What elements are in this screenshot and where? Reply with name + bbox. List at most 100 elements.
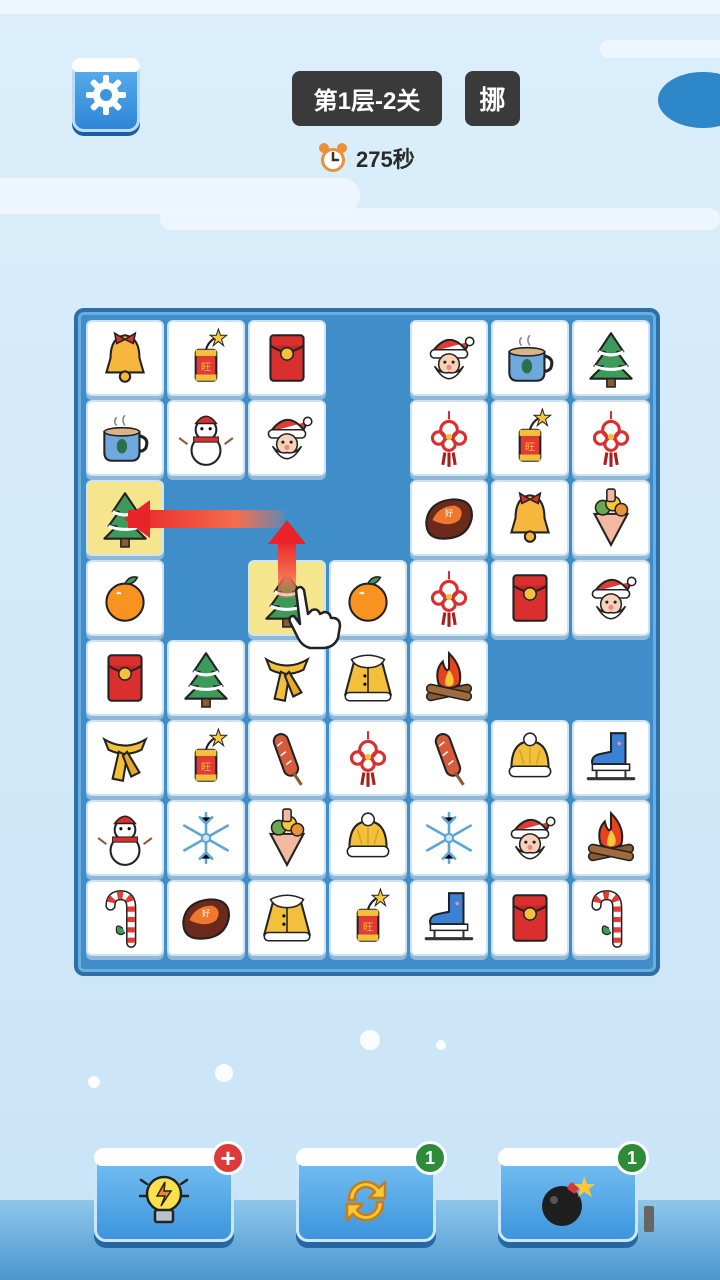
tree-icon <box>184 652 228 708</box>
orange-icon <box>348 576 388 622</box>
shuffle-icon <box>345 1180 387 1222</box>
santa-icon <box>267 416 313 460</box>
santa-icon <box>510 816 556 860</box>
tile-bell[interactable] <box>491 480 569 556</box>
tile-candy-cane[interactable] <box>572 880 650 956</box>
firecracker-icon: 旺 <box>356 887 391 942</box>
tile-chinese-knot[interactable] <box>410 560 488 636</box>
tile-santa[interactable] <box>410 320 488 396</box>
red-envelope-icon <box>512 894 548 942</box>
tile-red-envelope[interactable] <box>248 320 326 396</box>
tile-beanie[interactable] <box>491 720 569 796</box>
tile-firecracker[interactable]: 旺 <box>329 880 407 956</box>
red-envelope-icon <box>269 334 305 382</box>
tile-chinese-knot[interactable] <box>329 720 407 796</box>
hint-path-horizontal <box>128 510 284 528</box>
tile-red-envelope[interactable] <box>491 880 569 956</box>
tile-scarf[interactable] <box>86 720 164 796</box>
snowman-icon <box>178 415 234 466</box>
tile-snowflake[interactable] <box>410 800 488 876</box>
sausage-icon <box>434 733 465 786</box>
svg-text:好: 好 <box>445 508 453 518</box>
tile-sweet-potato[interactable]: 好 <box>410 480 488 556</box>
tile-snowflake[interactable] <box>167 800 245 876</box>
timer: 275秒 <box>318 140 415 176</box>
hint-arrow-head <box>268 520 306 544</box>
beanie-icon <box>346 812 390 858</box>
hint-tool-button[interactable]: + <box>94 1141 245 1242</box>
chinese-knot-icon <box>592 411 630 467</box>
tile-firecracker[interactable]: 旺 <box>167 320 245 396</box>
campfire-icon <box>425 650 473 702</box>
snowflake-icon <box>426 811 472 865</box>
tile-beanie[interactable] <box>329 800 407 876</box>
tile-skate[interactable] <box>410 880 488 956</box>
tile-firecracker[interactable]: 旺 <box>167 720 245 796</box>
hint-arrow-head <box>124 500 150 538</box>
chinese-knot-icon <box>430 411 468 467</box>
snowflake-dot <box>436 1040 446 1050</box>
game-board: 旺旺好旺好旺 <box>74 308 660 976</box>
firecracker-icon: 旺 <box>518 407 553 462</box>
side-tab <box>644 1206 654 1232</box>
svg-text:好: 好 <box>202 908 210 918</box>
tile-red-envelope[interactable] <box>86 640 164 716</box>
svg-text:旺: 旺 <box>363 922 373 933</box>
tile-sausage[interactable] <box>248 720 326 796</box>
tile-tree[interactable] <box>572 320 650 396</box>
tile-sausage[interactable] <box>410 720 488 796</box>
timer-value: 275秒 <box>356 147 415 172</box>
hint-badge: + <box>211 1141 245 1175</box>
candy-cane-icon <box>591 890 623 948</box>
svg-text:旺: 旺 <box>525 442 535 453</box>
tile-campfire[interactable] <box>572 800 650 876</box>
tree-icon <box>589 332 633 388</box>
lightbulb-icon <box>139 1175 189 1224</box>
tile-snowman[interactable] <box>86 800 164 876</box>
coat-icon <box>343 654 393 702</box>
pointing-hand-icon <box>288 585 342 650</box>
tile-chinese-knot[interactable] <box>410 400 488 476</box>
tile-bouquet[interactable] <box>572 480 650 556</box>
santa-icon <box>591 576 637 620</box>
tile-bouquet[interactable] <box>248 800 326 876</box>
tile-red-envelope[interactable] <box>491 560 569 636</box>
settings-button[interactable] <box>72 58 140 132</box>
tile-coat[interactable] <box>329 640 407 716</box>
shuffle-tool-button[interactable]: 1 <box>296 1141 447 1242</box>
bomb-badge: 1 <box>615 1141 649 1175</box>
scarf-icon <box>264 656 310 702</box>
chinese-knot-icon <box>430 571 468 627</box>
bomb-tool-button[interactable]: 1 <box>498 1141 649 1242</box>
tile-campfire[interactable] <box>410 640 488 716</box>
tile-chinese-knot[interactable] <box>572 400 650 476</box>
tile-santa[interactable] <box>572 560 650 636</box>
tile-scarf[interactable] <box>248 640 326 716</box>
tile-sweet-potato[interactable]: 好 <box>167 880 245 956</box>
red-envelope-icon <box>107 654 143 702</box>
tile-orange[interactable] <box>86 560 164 636</box>
tile-coffee-cup[interactable] <box>86 400 164 476</box>
alarm-clock-icon <box>319 143 347 172</box>
coffee-cup-icon <box>508 334 554 382</box>
tile-firecracker[interactable]: 旺 <box>491 400 569 476</box>
tile-coat[interactable] <box>248 880 326 956</box>
tile-santa[interactable] <box>248 400 326 476</box>
snowflake-dot <box>88 1076 100 1088</box>
bell-icon <box>510 491 550 543</box>
tile-santa[interactable] <box>491 800 569 876</box>
snowman-icon <box>97 815 153 866</box>
background-cloud <box>160 208 720 230</box>
tile-candy-cane[interactable] <box>86 880 164 956</box>
coffee-cup-icon <box>103 414 149 462</box>
santa-icon <box>429 336 475 380</box>
tile-bell[interactable] <box>86 320 164 396</box>
tile-coffee-cup[interactable] <box>491 320 569 396</box>
chinese-knot-icon <box>349 731 387 787</box>
snowflake-dot <box>215 1064 233 1082</box>
move-mode-button[interactable]: 挪 <box>465 71 520 126</box>
tile-tree[interactable] <box>167 640 245 716</box>
tile-skate[interactable] <box>572 720 650 796</box>
background-cloud <box>600 40 720 58</box>
tile-snowman[interactable] <box>167 400 245 476</box>
